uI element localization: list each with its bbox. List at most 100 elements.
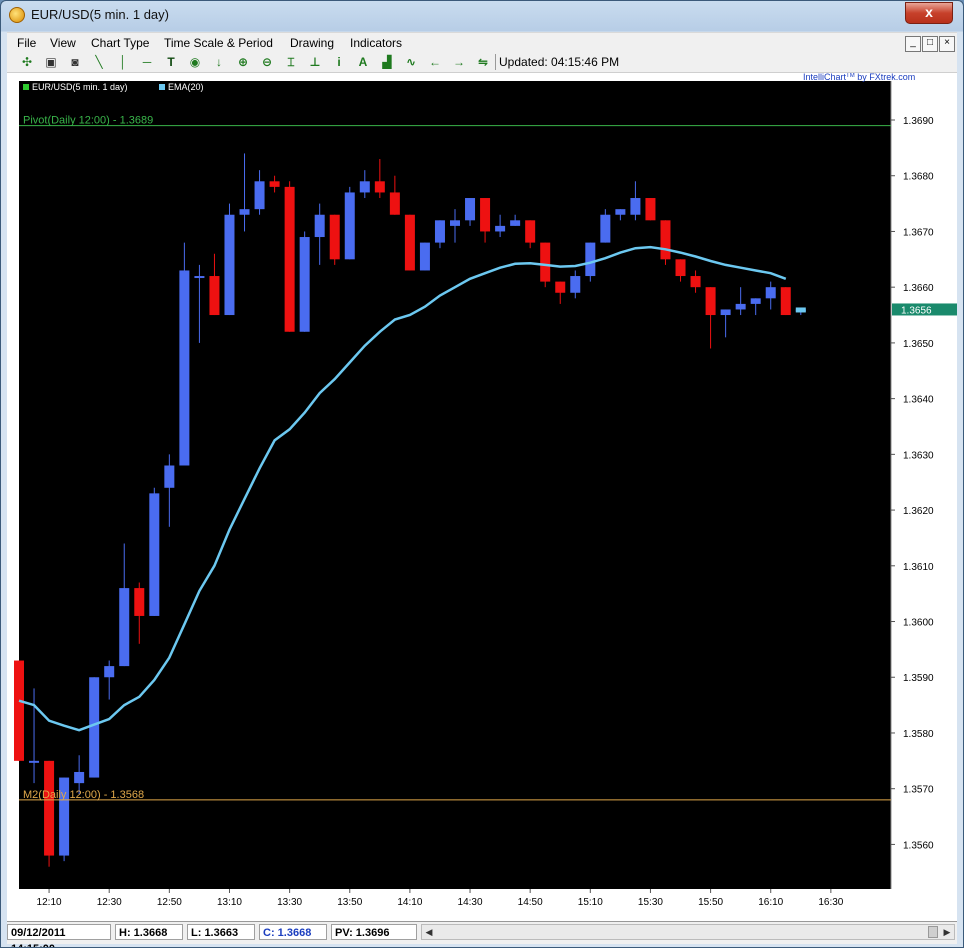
candle-body (450, 220, 460, 226)
svg-text:IntelliChartTM by FXtrek.com: IntelliChartTM by FXtrek.com (803, 73, 915, 82)
indicator-icon[interactable]: ∿ (403, 54, 419, 70)
stretch-icon[interactable]: ⊥ (307, 54, 323, 70)
candle-body (555, 281, 566, 293)
x-tick-label: 16:30 (818, 897, 843, 908)
trendline-icon[interactable]: ╲ (91, 54, 107, 70)
y-tick-label: 1.3690 (903, 116, 934, 127)
save-icon[interactable]: ◙ (67, 54, 83, 70)
candle-body (74, 771, 85, 784)
y-tick-label: 1.3670 (903, 227, 934, 238)
cursor-icon[interactable]: ✣ (19, 54, 35, 70)
menu-time-scale-period[interactable]: Time Scale & Period (164, 36, 273, 50)
scroll-left-icon[interactable]: ← (427, 54, 443, 70)
bar-chart-icon[interactable]: ▟ (379, 54, 395, 70)
candle-body (525, 220, 536, 243)
candle-body (389, 192, 400, 215)
status-close: C: 1.3668 (259, 924, 327, 940)
window-title: EUR/USD(5 min. 1 day) (31, 7, 169, 22)
x-tick-label: 13:10 (217, 897, 242, 908)
scroll-left-arrow-icon[interactable]: ◀ (422, 925, 436, 939)
menu-view[interactable]: View (50, 36, 76, 50)
close-button[interactable]: x (905, 2, 953, 24)
close-icon[interactable]: × (939, 36, 955, 52)
toolbar: ✣ ▣ ◙ ╲ │ ─ T ◉ ↓ ⊕ ⊖ ⌶ ⊥ i A ▟ ∿ ← → ⇋ … (7, 52, 957, 73)
vertical-line-icon[interactable]: │ (115, 54, 131, 70)
restore-icon[interactable]: □ (922, 36, 938, 52)
x-tick-label: 15:50 (698, 897, 723, 908)
mdi-window-controls: _ □ × (904, 34, 955, 52)
print-icon[interactable]: ▣ (43, 54, 59, 70)
candle-body (14, 660, 24, 761)
updated-timestamp: Updated: 04:15:46 PM (499, 55, 620, 69)
y-tick-label: 1.3650 (903, 339, 934, 350)
menu-chart-type[interactable]: Chart Type (91, 36, 149, 50)
pivot-label: Pivot(Daily 12:00) - 1.3689 (23, 115, 153, 127)
y-tick-label: 1.3580 (903, 729, 934, 740)
x-tick-label: 15:10 (578, 897, 603, 908)
candle-body (404, 214, 415, 271)
candle-body (765, 287, 776, 299)
toolbar-separator (495, 54, 496, 70)
zoom-in-icon[interactable]: ⊕ (235, 54, 251, 70)
x-tick-label: 13:50 (337, 897, 362, 908)
candle-body (149, 493, 160, 616)
scroll-thumb[interactable] (928, 926, 938, 938)
compress-icon[interactable]: ⇋ (475, 54, 491, 70)
info-icon[interactable]: i (331, 54, 347, 70)
y-tick-label: 1.3560 (903, 840, 934, 851)
app-window: EUR/USD(5 min. 1 day) x File View Chart … (0, 0, 964, 948)
legend-symbol-label: EUR/USD(5 min. 1 day) (32, 82, 128, 92)
m2-label: M2(Daily 12:00) - 1.3568 (23, 789, 144, 801)
branding: IntelliChartTM by FXtrek.com (803, 72, 915, 82)
legend-ema-label: EMA(20) (168, 82, 204, 92)
zoom-out-icon[interactable]: ⊖ (259, 54, 275, 70)
menu-bar: File View Chart Type Time Scale & Period… (7, 32, 957, 53)
candle-body (89, 677, 100, 778)
title-bar[interactable]: EUR/USD(5 min. 1 day) x (1, 1, 963, 29)
candle-body (720, 309, 731, 316)
x-tick-label: 12:30 (97, 897, 122, 908)
candle-body (194, 276, 205, 279)
branding-intellichart: IntelliChart (803, 73, 847, 82)
menu-file[interactable]: File (17, 36, 36, 50)
candle-body (284, 186, 295, 332)
branding-tm: TM (846, 73, 855, 79)
y-tick-label: 1.3630 (903, 450, 934, 461)
arrow-down-icon[interactable]: ↓ (211, 54, 227, 70)
menu-drawing[interactable]: Drawing (290, 36, 334, 50)
candle-body (495, 225, 506, 232)
fit-icon[interactable]: ⌶ (283, 54, 299, 70)
x-tick-label: 12:50 (157, 897, 182, 908)
last-price-nub (795, 307, 806, 313)
status-bar: 09/12/2011 14:15:00 H: 1.3668 L: 1.3663 … (7, 921, 957, 947)
x-tick-label: 14:30 (458, 897, 483, 908)
candle-body (374, 181, 385, 193)
circle-icon[interactable]: ◉ (187, 54, 203, 70)
text-icon[interactable]: T (163, 54, 179, 70)
candle-body (164, 465, 175, 488)
menu-indicators[interactable]: Indicators (350, 36, 402, 50)
y-tick-label: 1.3660 (903, 283, 934, 294)
price-chart[interactable]: 1.3560 1.3570 1.3580 1.3590 1.3600 1.3610 1.36… (7, 72, 958, 921)
candle-body (179, 270, 190, 466)
candle-body (480, 198, 491, 232)
scroll-right-arrow-icon[interactable]: ▶ (940, 925, 954, 939)
status-datetime: 09/12/2011 14:15:00 (7, 924, 111, 947)
candle-body (224, 214, 235, 316)
chart-area[interactable]: 1.3560 1.3570 1.3580 1.3590 1.3600 1.3610 1.36… (7, 72, 958, 921)
y-tick-label: 1.3600 (903, 618, 934, 629)
scroll-right-icon[interactable]: → (451, 54, 467, 70)
y-tick-label: 1.3640 (903, 395, 934, 406)
font-icon[interactable]: A (355, 54, 371, 70)
horizontal-line-icon[interactable]: ─ (139, 54, 155, 70)
candle-body (780, 287, 791, 316)
candle-body (690, 276, 701, 288)
candle-body (344, 192, 355, 260)
x-tick-label: 13:30 (277, 897, 302, 908)
y-tick-label: 1.3570 (903, 785, 934, 796)
minimize-icon[interactable]: _ (905, 36, 921, 52)
candle-body (600, 214, 611, 243)
horizontal-scrollbar[interactable]: ◀ ▶ (421, 924, 955, 940)
legend-ema-swatch (159, 84, 165, 90)
y-tick-label: 1.3680 (903, 172, 934, 183)
